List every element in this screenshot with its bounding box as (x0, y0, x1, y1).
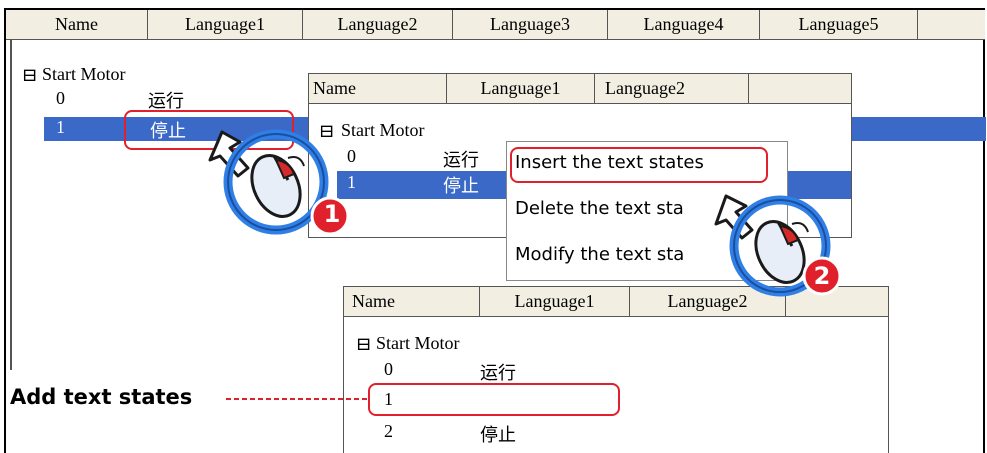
highlight-box-insert (510, 147, 768, 183)
column-header-language1[interactable]: Language1 (480, 287, 630, 317)
column-header-language1[interactable]: Language1 (447, 74, 595, 104)
column-header-language4[interactable]: Language4 (608, 10, 760, 40)
row-value[interactable]: 2 (384, 421, 393, 442)
group-start-motor[interactable]: Start Motor (42, 64, 126, 85)
row-text[interactable]: 运行 (480, 359, 516, 385)
row-text[interactable]: 停止 (480, 421, 516, 447)
mouse-click-icon-1 (208, 129, 350, 236)
group-expander-icon[interactable]: ⊟ (356, 334, 371, 355)
row-value[interactable]: 0 (56, 88, 65, 109)
row-text[interactable]: 停止 (443, 172, 479, 198)
column-header-language3[interactable]: Language3 (453, 10, 608, 40)
column-header-name[interactable]: Name (309, 74, 447, 104)
highlight-box-new-row (368, 383, 620, 416)
column-header-name[interactable]: Name (344, 287, 480, 317)
left-border-line (10, 40, 12, 370)
group-start-motor[interactable]: Start Motor (376, 333, 460, 354)
menu-item-modify-text-states[interactable]: Modify the text sta (515, 244, 684, 265)
column-header-language5[interactable]: Language5 (760, 10, 918, 40)
row-text[interactable]: 运行 (443, 146, 479, 172)
column-header-language1[interactable]: Language1 (148, 10, 303, 40)
popup-table-2: Name Language1 Language2 ⊟ Start Motor 0… (343, 286, 889, 453)
row-value[interactable]: 1 (56, 117, 65, 138)
column-header-empty (918, 10, 985, 40)
menu-item-delete-text-states[interactable]: Delete the text sta (515, 198, 684, 219)
annotation-label: Add text states (10, 385, 193, 409)
column-header-language2[interactable]: Language2 (303, 10, 453, 40)
column-header-empty (749, 74, 851, 104)
mouse-click-icon-2 (714, 194, 842, 297)
step-badge-2: 2 (813, 262, 831, 290)
column-header-language2[interactable]: Language2 (595, 74, 749, 104)
annotation-dashed-line (226, 398, 370, 400)
column-header-name[interactable]: Name (6, 10, 148, 40)
step-badge-1: 1 (323, 200, 341, 228)
group-expander-icon[interactable]: ⊟ (22, 65, 37, 86)
row-value[interactable]: 0 (384, 359, 393, 380)
